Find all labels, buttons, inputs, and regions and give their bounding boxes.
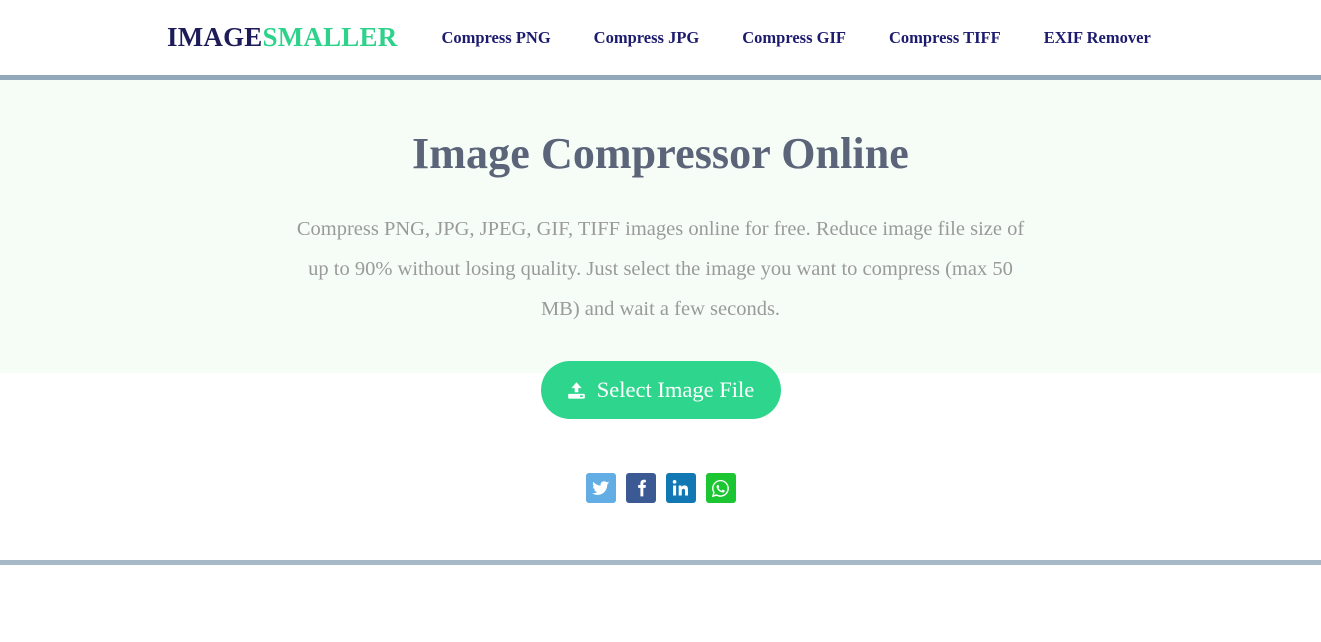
linkedin-icon [671, 478, 691, 498]
nav-item-exif-remover[interactable]: EXIF Remover [1044, 28, 1151, 48]
hero-section: Image Compressor Online Compress PNG, JP… [0, 80, 1321, 560]
upload-icon [567, 381, 586, 400]
share-button-linkedin[interactable] [665, 473, 696, 503]
site-logo[interactable]: IMAGESMALLER [167, 22, 397, 53]
logo-text-image: IMAGE [167, 22, 263, 52]
logo-text-smaller: SMALLER [262, 22, 398, 52]
main-navigation: Compress PNG Compress JPG Compress GIF C… [441, 28, 1150, 48]
site-header: IMAGESMALLER Compress PNG Compress JPG C… [0, 0, 1321, 75]
nav-item-compress-gif[interactable]: Compress GIF [742, 28, 846, 48]
nav-item-compress-png[interactable]: Compress PNG [441, 28, 550, 48]
share-button-facebook[interactable] [625, 473, 656, 503]
whatsapp-icon [710, 478, 731, 499]
page-title: Image Compressor Online [412, 129, 909, 178]
cta-container: Select Image File [0, 361, 1321, 419]
share-button-whatsapp[interactable] [705, 473, 736, 503]
hero-description: Compress PNG, JPG, JPEG, GIF, TIFF image… [296, 218, 1025, 320]
footer-area [0, 565, 1321, 642]
select-image-file-label: Select Image File [596, 377, 755, 402]
social-share-row [0, 473, 1321, 503]
nav-item-compress-jpg[interactable]: Compress JPG [594, 28, 700, 48]
facebook-icon [631, 478, 651, 498]
twitter-icon [591, 478, 611, 498]
nav-item-compress-tiff[interactable]: Compress TIFF [889, 28, 1001, 48]
share-button-twitter[interactable] [585, 473, 616, 503]
select-image-file-button[interactable]: Select Image File [540, 361, 781, 419]
